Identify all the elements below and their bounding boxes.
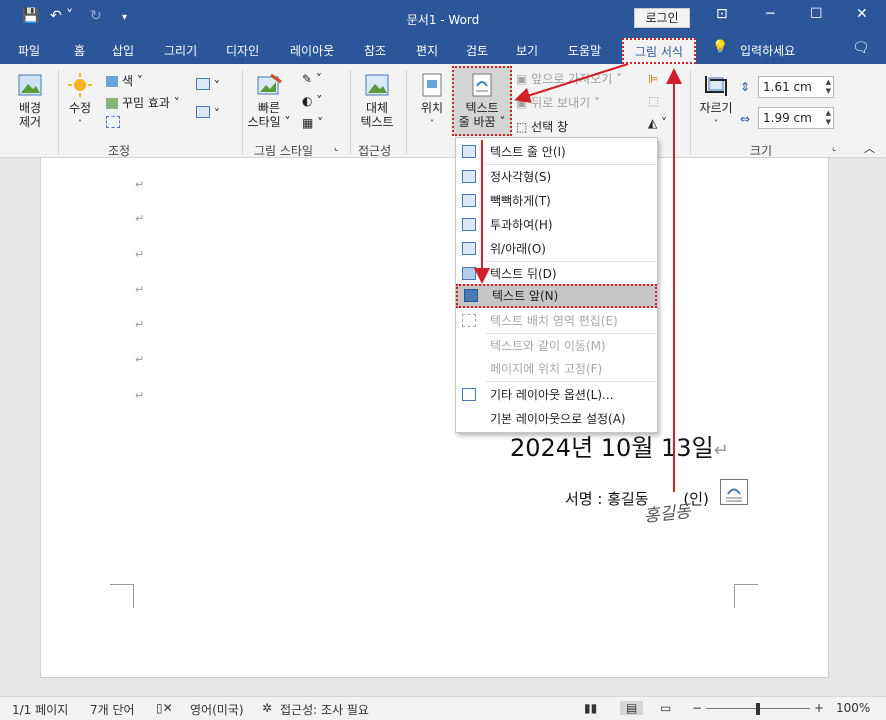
annotation-arrows <box>474 63 682 492</box>
accessibility-icon: ✲ <box>262 701 273 715</box>
zoom-level[interactable]: 100% <box>836 701 870 715</box>
page-count[interactable]: 1/1 페이지 <box>12 701 68 718</box>
zoom-slider-thumb[interactable] <box>756 703 760 715</box>
proofing-icon[interactable]: ▯✕ <box>156 701 173 715</box>
accessibility-status[interactable]: 접근성: 조사 필요 <box>280 701 369 718</box>
print-layout-icon[interactable]: ▤ <box>620 701 644 715</box>
arrow-to-wrap-button <box>514 63 629 103</box>
zoom-in-icon[interactable]: + <box>814 701 824 715</box>
status-bar: 1/1 페이지 7개 단어 ▯✕ 영어(미국) ✲ 접근성: 조사 필요 ▮▮ … <box>0 696 886 720</box>
web-layout-icon[interactable]: ▭ <box>660 701 671 715</box>
word-count[interactable]: 7개 단어 <box>90 701 135 718</box>
read-mode-icon[interactable]: ▮▮ <box>584 701 597 715</box>
language-indicator[interactable]: 영어(미국) <box>190 701 244 718</box>
zoom-out-icon[interactable]: − <box>692 701 702 715</box>
